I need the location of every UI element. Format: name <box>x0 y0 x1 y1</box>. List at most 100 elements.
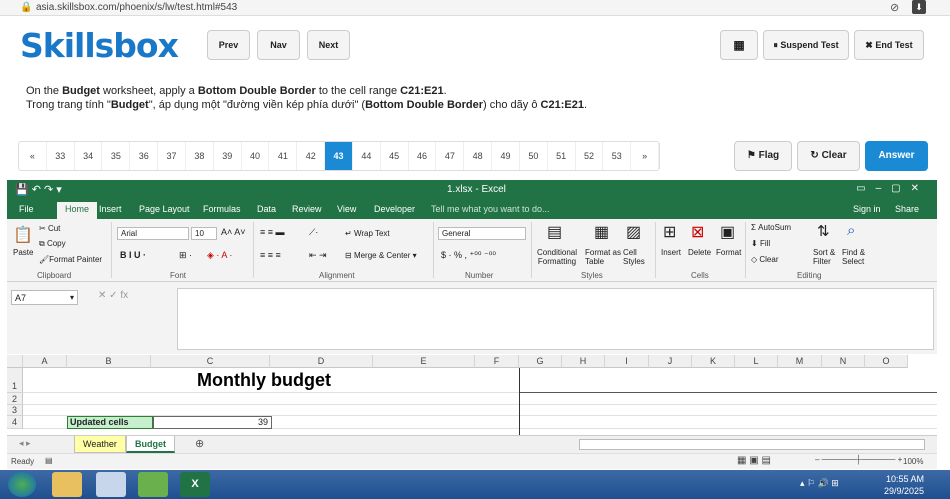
download-icon[interactable]: ⬇ <box>912 0 926 14</box>
fill-and-font-color-icons[interactable]: ◈ · A · <box>207 250 232 261</box>
question-nav-item[interactable]: » <box>631 142 660 170</box>
sheet-tab-weather[interactable]: Weather <box>74 436 126 453</box>
column-header[interactable]: K <box>692 355 735 368</box>
column-header[interactable]: J <box>649 355 692 368</box>
fx-icons[interactable]: ✕ ✓ fx <box>98 290 174 305</box>
question-nav-item[interactable]: 35 <box>102 142 131 170</box>
next-button[interactable]: Next <box>307 30 350 60</box>
sort-filter-button[interactable]: Sort & Filter <box>813 248 835 266</box>
column-header[interactable]: M <box>778 355 822 368</box>
tab-home[interactable]: Home <box>57 202 98 219</box>
column-header[interactable]: N <box>822 355 865 368</box>
format-painter-button[interactable]: 🖌Format Painter <box>39 255 102 264</box>
calculator-button[interactable]: ▦ <box>720 30 758 60</box>
answer-button[interactable]: Answer <box>865 141 928 171</box>
delete-cells-icon[interactable]: ⊠ <box>691 222 704 242</box>
tell-me-search[interactable]: Tell me what you want to do... <box>431 204 550 214</box>
updated-cells-value[interactable]: 39 <box>153 416 272 429</box>
clear-button-ribbon[interactable]: ◇ Clear <box>751 255 779 264</box>
sheet-title-cell[interactable]: Monthly budget <box>197 370 331 391</box>
row-header[interactable]: 2 <box>7 393 23 405</box>
tab-file[interactable]: File <box>19 204 34 214</box>
prev-button[interactable]: Prev <box>207 30 250 60</box>
tab-developer[interactable]: Developer <box>374 204 415 214</box>
question-nav-item[interactable]: 52 <box>576 142 604 170</box>
suspend-test-button[interactable]: ⏸ Suspend Test <box>763 30 849 60</box>
column-header[interactable]: F <box>475 355 519 368</box>
question-nav-item[interactable]: 34 <box>75 142 103 170</box>
cell-styles-icon[interactable]: ▨ <box>626 222 641 242</box>
question-nav-item[interactable]: 45 <box>381 142 409 170</box>
align-left-icons[interactable]: ≡ ≡ ≡ <box>260 250 281 260</box>
sign-in-link[interactable]: Sign in <box>853 204 881 214</box>
tab-view[interactable]: View <box>337 204 356 214</box>
question-nav-item[interactable]: 33 <box>47 142 75 170</box>
updated-cells-label[interactable]: Updated cells <box>67 416 153 429</box>
insert-cells-button[interactable]: Insert <box>661 248 681 257</box>
sheet-scroll-icons[interactable]: ◂ ▸ <box>19 438 31 449</box>
question-nav-item[interactable]: 41 <box>269 142 298 170</box>
question-nav-item[interactable]: 43 <box>325 142 353 170</box>
magnifier-icon[interactable]: ⌕ <box>847 222 855 239</box>
question-nav-item[interactable]: 37 <box>158 142 186 170</box>
question-nav-item[interactable]: 53 <box>603 142 632 170</box>
select-all-corner[interactable] <box>7 355 23 368</box>
indent-icons[interactable]: ⇤ ⇥ <box>309 250 327 261</box>
question-nav-item[interactable]: 47 <box>436 142 465 170</box>
paste-icon[interactable]: 📋 <box>13 225 33 245</box>
column-header[interactable]: G <box>519 355 562 368</box>
merge-center-button[interactable]: ⊟ Merge & Center ▾ <box>345 251 417 260</box>
question-nav-item[interactable]: 42 <box>297 142 326 170</box>
copy-button[interactable]: ⧉ Copy <box>39 239 66 249</box>
quick-access-icons[interactable]: 💾 ↶ ↷ ▾ <box>15 183 62 196</box>
column-header[interactable]: D <box>270 355 373 368</box>
block-icon[interactable]: ⊘ <box>890 1 899 14</box>
question-nav-item[interactable]: 38 <box>186 142 214 170</box>
format-cells-icon[interactable]: ▣ <box>720 222 735 242</box>
delete-cells-button[interactable]: Delete <box>688 248 711 257</box>
border-icon[interactable]: ⊞ · <box>179 250 192 261</box>
nav-button[interactable]: Nav <box>257 30 300 60</box>
zoom-slider[interactable]: – ──────┼────── + <box>815 455 902 464</box>
cell-styles-button[interactable]: Cell Styles <box>623 248 645 266</box>
browser-icon[interactable] <box>138 472 168 497</box>
column-header[interactable]: H <box>562 355 605 368</box>
align-top-icons[interactable]: ≡ ≡ ▬ <box>260 227 285 237</box>
excel-taskbar-icon[interactable]: X <box>180 472 210 497</box>
question-nav-item[interactable]: 36 <box>130 142 159 170</box>
tab-review[interactable]: Review <box>292 204 322 214</box>
column-header[interactable]: B <box>67 355 151 368</box>
number-format-select[interactable]: General <box>438 227 526 240</box>
formula-bar[interactable] <box>177 288 934 350</box>
row-header[interactable]: 3 <box>7 405 23 416</box>
autosum-button[interactable]: Σ AutoSum <box>751 223 791 232</box>
paste-button[interactable]: Paste <box>13 248 33 257</box>
cut-button[interactable]: ✂ Cut <box>39 224 60 233</box>
format-cells-button[interactable]: Format <box>716 248 741 257</box>
column-header[interactable]: E <box>373 355 475 368</box>
start-button[interactable] <box>8 472 36 497</box>
column-header[interactable]: L <box>735 355 778 368</box>
tab-data[interactable]: Data <box>257 204 276 214</box>
tab-page-layout[interactable]: Page Layout <box>139 204 190 214</box>
end-test-button[interactable]: ✖ End Test <box>854 30 924 60</box>
question-nav-item[interactable]: 51 <box>548 142 576 170</box>
app-icon[interactable] <box>96 472 126 497</box>
fill-button[interactable]: ⬇ Fill <box>751 239 770 248</box>
column-header[interactable]: O <box>865 355 908 368</box>
orientation-icon[interactable]: ⟋· <box>309 227 318 238</box>
horizontal-scrollbar[interactable] <box>579 439 925 450</box>
question-nav-item[interactable]: 48 <box>464 142 493 170</box>
view-mode-icons[interactable]: ▦ ▣ ▤ <box>737 455 771 466</box>
bold-italic-underline-icons[interactable]: B I U · <box>120 250 146 260</box>
name-box[interactable]: A7 ▾ <box>11 290 78 305</box>
question-nav-item[interactable]: 39 <box>214 142 242 170</box>
question-nav-item[interactable]: 50 <box>520 142 548 170</box>
row-header[interactable]: 4 <box>7 416 23 429</box>
clear-button[interactable]: ↻ Clear <box>797 141 860 171</box>
sort-filter-icon[interactable]: ⇅ <box>817 222 830 240</box>
font-size-select[interactable]: 10 <box>191 227 217 240</box>
window-controls[interactable]: ▭–▢✕ <box>856 183 929 194</box>
question-nav-item[interactable]: 40 <box>242 142 270 170</box>
question-nav-item[interactable]: « <box>19 142 47 170</box>
